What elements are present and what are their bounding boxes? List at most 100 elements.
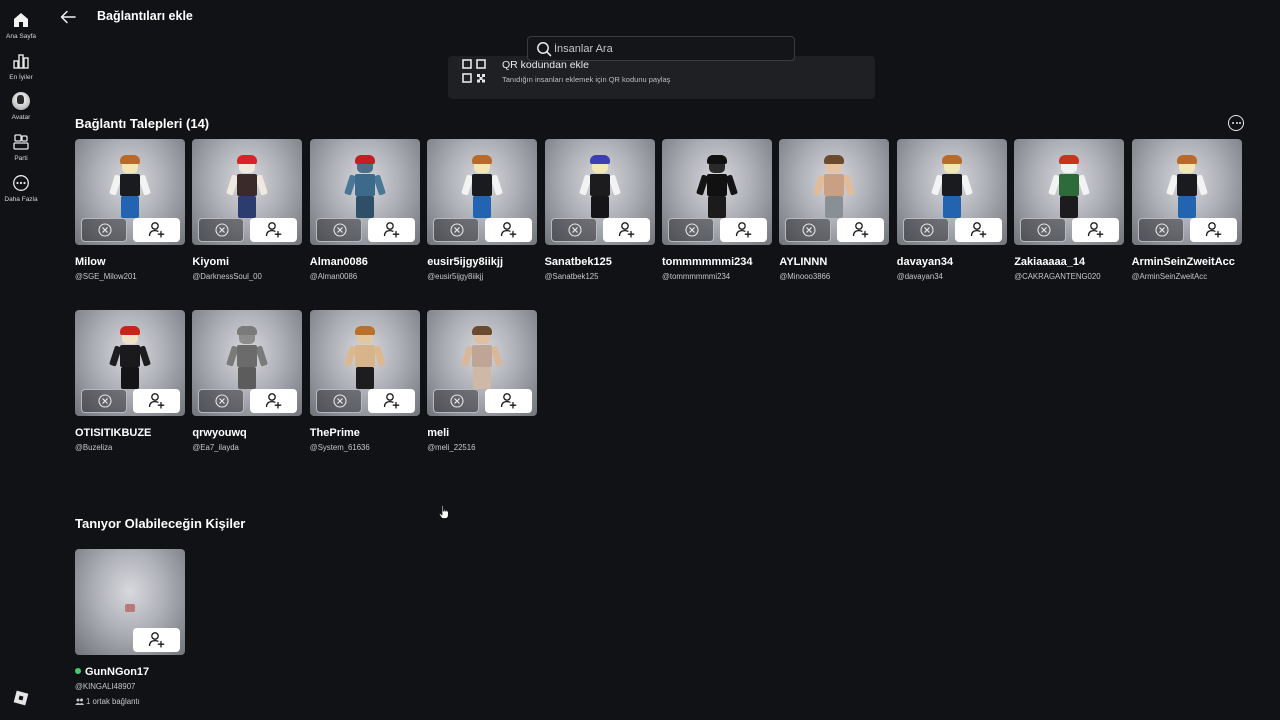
add-connection-button[interactable]: [367, 389, 415, 413]
decline-request-button[interactable]: [81, 218, 127, 242]
nav-item-charts[interactable]: En İyiler: [0, 52, 42, 81]
avatar-thumbnail[interactable]: [192, 310, 303, 416]
add-connection-button[interactable]: [250, 389, 298, 413]
user-card[interactable]: Milow @SGE_Milow201: [75, 139, 185, 281]
user-display-name[interactable]: AYLINNN: [779, 256, 889, 268]
add-connection-button[interactable]: [485, 218, 533, 242]
decline-request-button[interactable]: [433, 389, 480, 413]
decline-icon: [333, 394, 347, 408]
dot-icon: [1235, 121, 1238, 124]
add-connection-button[interactable]: [954, 218, 1002, 242]
user-card[interactable]: Kiyomi @DarknessSoul_00: [192, 139, 303, 281]
add-connection-button[interactable]: [250, 218, 298, 242]
search-input[interactable]: [554, 40, 784, 58]
avatar-thumbnail[interactable]: [1014, 139, 1125, 245]
card-actions: [192, 386, 302, 416]
add-connection-button[interactable]: [1189, 218, 1237, 242]
add-friend-icon: [735, 222, 752, 238]
avatar-thumbnail[interactable]: [427, 310, 538, 416]
decline-request-button[interactable]: [433, 218, 480, 242]
nav-item-avatar[interactable]: Avatar: [0, 92, 42, 121]
decline-request-button[interactable]: [668, 218, 714, 242]
avatar-thumbnail[interactable]: [1131, 139, 1242, 245]
avatar-thumbnail[interactable]: [75, 310, 185, 416]
avatar-thumbnail[interactable]: [779, 139, 890, 245]
back-arrow-icon[interactable]: [58, 7, 78, 27]
search-box[interactable]: [527, 36, 795, 61]
add-connection-button[interactable]: [1072, 218, 1120, 242]
decline-request-button[interactable]: [1020, 218, 1067, 242]
user-display-name[interactable]: Kiyomi: [192, 256, 302, 268]
roblox-logo-icon[interactable]: [13, 690, 29, 706]
add-connection-button[interactable]: [133, 389, 180, 413]
user-display-name[interactable]: Sanatbek125: [545, 256, 655, 268]
avatar-thumbnail[interactable]: [309, 139, 420, 245]
user-card[interactable]: ThePrime @System_61636: [309, 310, 420, 452]
more-options-button[interactable]: [1228, 115, 1244, 131]
decline-request-button[interactable]: [198, 389, 245, 413]
avatar-thumbnail[interactable]: [427, 139, 538, 245]
add-connection-button[interactable]: [133, 628, 180, 652]
display-name-text: ArminSeinZweitAcc: [1131, 256, 1235, 268]
user-display-name[interactable]: Milow: [75, 256, 185, 268]
user-card[interactable]: davayan34 @davayan34: [896, 139, 1007, 281]
user-card[interactable]: ArminSeinZweitAcc @ArminSeinZweitAcc: [1131, 139, 1242, 281]
add-connection-button[interactable]: [602, 218, 650, 242]
avatar-thumbnail[interactable]: [896, 139, 1007, 245]
user-card[interactable]: tommmmmmi234 @tommmmmmi234: [662, 139, 772, 281]
user-display-name[interactable]: Alman0086: [310, 256, 420, 268]
add-connection-button[interactable]: [367, 218, 415, 242]
user-display-name[interactable]: eusir5ijgy8iikjj: [427, 256, 537, 268]
qr-code-card[interactable]: QR kodundan ekle Tanıdığın insanları ekl…: [448, 56, 875, 99]
user-display-name[interactable]: ArminSeinZweitAcc: [1132, 256, 1242, 268]
avatar-thumbnail[interactable]: [75, 139, 185, 245]
card-actions: [662, 215, 772, 245]
user-handle: @System_61636: [309, 443, 370, 452]
decline-request-button[interactable]: [550, 218, 597, 242]
add-connection-button[interactable]: [837, 218, 885, 242]
user-display-name[interactable]: tommmmmmi234: [662, 256, 772, 268]
avatar-thumbnail[interactable]: [662, 139, 772, 245]
user-card[interactable]: qrwyouwq @Ea7_ilayda: [192, 310, 303, 452]
user-card[interactable]: Zakiaaaaa_14 @CAKRAGANTENG020: [1014, 139, 1125, 281]
decline-request-button[interactable]: [81, 389, 127, 413]
mutual-text: 1 ortak bağlantı: [86, 697, 140, 706]
nav-label-avatar: Avatar: [11, 114, 31, 121]
user-handle: @Minooo3866: [779, 272, 831, 281]
decline-request-button[interactable]: [785, 218, 832, 242]
user-card[interactable]: meli @meli_22516: [427, 310, 538, 452]
decline-request-button[interactable]: [902, 218, 949, 242]
add-connection-button[interactable]: [485, 389, 533, 413]
avatar-thumbnail[interactable]: [75, 549, 185, 655]
display-name-text: davayan34: [896, 256, 954, 268]
user-handle: @SGE_Milow201: [75, 272, 137, 281]
decline-request-button[interactable]: [315, 389, 362, 413]
user-card[interactable]: AYLINNN @Minooo3866: [779, 139, 890, 281]
nav-item-home[interactable]: Ana Sayfa: [0, 11, 42, 40]
user-card[interactable]: Alman0086 @Alman0086: [309, 139, 420, 281]
user-display-name[interactable]: GunNGon17: [75, 666, 185, 678]
nav-item-more[interactable]: Daha Fazla: [0, 174, 42, 203]
user-display-name[interactable]: OTISITIKBUZE: [75, 427, 185, 439]
decline-icon: [1155, 223, 1169, 237]
decline-request-button[interactable]: [315, 218, 362, 242]
nav-item-party[interactable]: Parti: [0, 133, 42, 162]
user-display-name[interactable]: Zakiaaaaa_14: [1014, 256, 1124, 268]
user-display-name[interactable]: meli: [427, 427, 537, 439]
decline-request-button[interactable]: [198, 218, 245, 242]
user-display-name[interactable]: davayan34: [897, 256, 1007, 268]
avatar-thumbnail[interactable]: [309, 310, 420, 416]
user-display-name[interactable]: ThePrime: [310, 427, 420, 439]
avatar-thumbnail[interactable]: [544, 139, 655, 245]
search-icon: [537, 42, 552, 57]
add-connection-button[interactable]: [133, 218, 180, 242]
user-display-name[interactable]: qrwyouwq: [192, 427, 302, 439]
user-card[interactable]: GunNGon17 @KINGALI48907 1 ortak bağlantı: [75, 549, 185, 706]
decline-request-button[interactable]: [1137, 218, 1184, 242]
user-card[interactable]: eusir5ijgy8iikjj @eusir5ijgy8iikjj: [427, 139, 538, 281]
add-friend-icon: [1088, 222, 1104, 238]
add-connection-button[interactable]: [720, 218, 767, 242]
avatar-thumbnail[interactable]: [192, 139, 303, 245]
user-card[interactable]: Sanatbek125 @Sanatbek125: [544, 139, 655, 281]
user-card[interactable]: OTISITIKBUZE @Buzeliza: [75, 310, 185, 452]
